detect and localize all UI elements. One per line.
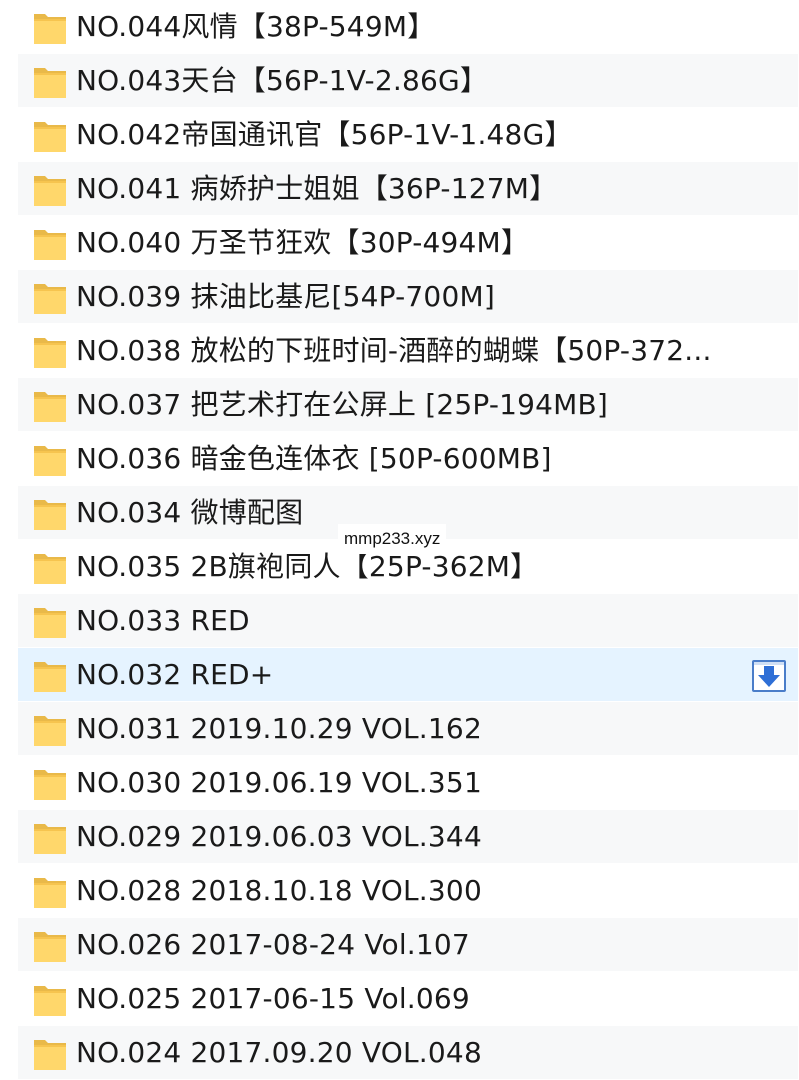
folder-icon (34, 67, 66, 98)
folder-name: NO.040 万圣节狂欢【30P-494M】 (76, 225, 530, 259)
folder-name: NO.029 2019.06.03 VOL.344 (76, 819, 482, 853)
folder-name: NO.037 把艺术打在公屏上 [25P-194MB] (76, 387, 609, 421)
folder-name: NO.035 2B旗袍同人【25P-362M】 (76, 549, 539, 583)
folder-icon (34, 931, 66, 962)
folder-row[interactable]: NO.044风情【38P-549M】 (18, 0, 798, 54)
folder-row[interactable]: NO.033 RED (18, 594, 798, 648)
folder-name: NO.028 2018.10.18 VOL.300 (76, 873, 482, 907)
folder-icon (34, 391, 66, 422)
folder-icon (34, 121, 66, 152)
folder-row-selected[interactable]: NO.032 RED+ (18, 648, 798, 702)
folder-name: NO.024 2017.09.20 VOL.048 (76, 1035, 482, 1069)
folder-row[interactable]: NO.041 病娇护士姐姐【36P-127M】 (18, 162, 798, 216)
folder-row[interactable]: NO.036 暗金色连体衣 [50P-600MB] (18, 432, 798, 486)
folder-icon (34, 553, 66, 584)
folder-icon (34, 1039, 66, 1070)
folder-icon (34, 607, 66, 638)
folder-name: NO.032 RED+ (76, 657, 274, 691)
folder-icon (34, 499, 66, 530)
folder-row[interactable]: NO.038 放松的下班时间-酒醉的蝴蝶【50P-372... (18, 324, 798, 378)
folder-icon (34, 337, 66, 368)
folder-row[interactable]: NO.039 抹油比基尼[54P-700M] (18, 270, 798, 324)
folder-name: NO.030 2019.06.19 VOL.351 (76, 765, 482, 799)
folder-icon (34, 13, 66, 44)
folder-icon (34, 715, 66, 746)
folder-name: NO.026 2017-08-24 Vol.107 (76, 927, 470, 961)
folder-row[interactable]: NO.042帝国通讯官【56P-1V-1.48G】 (18, 108, 798, 162)
folder-row[interactable]: NO.040 万圣节狂欢【30P-494M】 (18, 216, 798, 270)
folder-icon (34, 175, 66, 206)
folder-name: NO.041 病娇护士姐姐【36P-127M】 (76, 171, 558, 205)
watermark-text: mmp233.xyz (338, 524, 447, 554)
folder-icon (34, 985, 66, 1016)
folder-name: NO.036 暗金色连体衣 [50P-600MB] (76, 441, 552, 475)
folder-name: NO.039 抹油比基尼[54P-700M] (76, 279, 495, 313)
folder-name: NO.042帝国通讯官【56P-1V-1.48G】 (76, 117, 573, 151)
folder-name: NO.033 RED (76, 603, 250, 637)
folder-row[interactable]: NO.031 2019.10.29 VOL.162 (18, 702, 798, 756)
pane-edge (0, 0, 4, 1080)
folder-name: NO.031 2019.10.29 VOL.162 (76, 711, 482, 745)
folder-row[interactable]: NO.030 2019.06.19 VOL.351 (18, 756, 798, 810)
download-arrow-icon (754, 662, 784, 687)
folder-name: NO.044风情【38P-549M】 (76, 9, 436, 43)
folder-row[interactable]: NO.026 2017-08-24 Vol.107 (18, 918, 798, 972)
folder-icon (34, 877, 66, 908)
folder-name: NO.034 微博配图 (76, 495, 304, 529)
folder-row[interactable]: NO.025 2017-06-15 Vol.069 (18, 972, 798, 1026)
folder-name: NO.025 2017-06-15 Vol.069 (76, 981, 470, 1015)
download-button[interactable] (752, 660, 786, 692)
folder-row[interactable]: NO.024 2017.09.20 VOL.048 (18, 1026, 798, 1080)
folder-icon (34, 229, 66, 260)
folder-row[interactable]: NO.029 2019.06.03 VOL.344 (18, 810, 798, 864)
folder-name: NO.038 放松的下班时间-酒醉的蝴蝶【50P-372... (76, 333, 712, 367)
folder-icon (34, 661, 66, 692)
folder-icon (34, 769, 66, 800)
folder-icon (34, 823, 66, 854)
folder-row[interactable]: NO.037 把艺术打在公屏上 [25P-194MB] (18, 378, 798, 432)
folder-row[interactable]: NO.043天台【56P-1V-2.86G】 (18, 54, 798, 108)
folder-name: NO.043天台【56P-1V-2.86G】 (76, 63, 489, 97)
folder-row[interactable]: NO.028 2018.10.18 VOL.300 (18, 864, 798, 918)
folder-icon (34, 283, 66, 314)
folder-icon (34, 445, 66, 476)
